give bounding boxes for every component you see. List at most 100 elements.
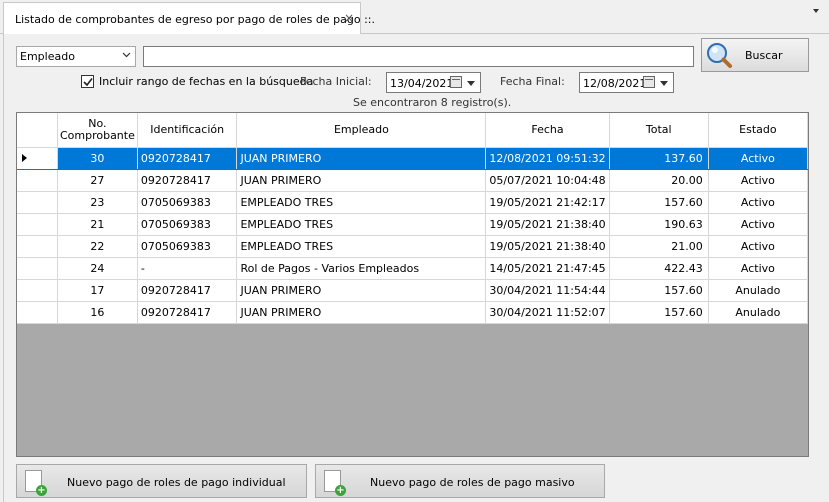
- new-massive-payment-label: Nuevo pago de roles de pago masivo: [370, 476, 575, 489]
- row-selector[interactable]: [17, 301, 58, 324]
- cell-total: 422.43: [609, 257, 709, 280]
- row-selector[interactable]: [17, 257, 58, 280]
- search-input[interactable]: [143, 46, 694, 67]
- row-selector[interactable]: [17, 147, 58, 170]
- cell-empleado: EMPLEADO TRES: [236, 213, 487, 236]
- header-row: No. Comprobante Identificación Empleado …: [17, 113, 808, 148]
- cell-identificacion: 0920728417: [137, 169, 238, 192]
- cell-fecha: 30/04/2021 11:54:44: [485, 279, 610, 302]
- cell-estado: Activo: [708, 169, 808, 192]
- results-grid[interactable]: No. Comprobante Identificación Empleado …: [16, 112, 809, 457]
- results-count: Se encontraron 8 registro(s).: [353, 96, 512, 109]
- new-individual-payment-label: Nuevo pago de roles de pago individual: [67, 476, 286, 489]
- cell-total: 21.00: [609, 235, 709, 258]
- calendar-icon: [450, 76, 462, 88]
- cell-empleado: EMPLEADO TRES: [236, 235, 487, 258]
- dropdown-arrow-icon: [660, 81, 668, 86]
- include-dates-checkbox[interactable]: [81, 75, 94, 88]
- start-date-picker[interactable]: 13/04/2021: [386, 72, 481, 93]
- row-selector[interactable]: [17, 235, 58, 258]
- new-massive-payment-button[interactable]: + Nuevo pago de roles de pago masivo: [315, 464, 605, 498]
- cell-total: 157.60: [609, 301, 709, 324]
- table-row[interactable]: 24 - Rol de Pagos - Varios Empleados 14/…: [17, 257, 808, 280]
- cell-comprobante: 21: [57, 213, 138, 236]
- table-row[interactable]: 21 0705069383 EMPLEADO TRES 19/05/2021 2…: [17, 213, 808, 236]
- cell-fecha: 05/07/2021 10:04:48: [485, 169, 610, 192]
- cell-estado: Activo: [708, 235, 808, 258]
- cell-fecha: 14/05/2021 21:47:45: [485, 257, 610, 280]
- col-header-comprobante[interactable]: No. Comprobante: [57, 113, 138, 148]
- table-row[interactable]: 17 0920728417 JUAN PRIMERO 30/04/2021 11…: [17, 279, 808, 302]
- dropdown-arrow-icon: [467, 81, 475, 86]
- cell-identificacion: 0920728417: [137, 279, 238, 302]
- cell-empleado: JUAN PRIMERO: [236, 169, 487, 192]
- table-row[interactable]: 16 0920728417 JUAN PRIMERO 30/04/2021 11…: [17, 301, 808, 324]
- row-selector[interactable]: [17, 279, 58, 302]
- tab-title: Listado de comprobantes de egreso por pa…: [15, 13, 375, 26]
- cell-total: 20.00: [609, 169, 709, 192]
- cell-estado: Anulado: [708, 301, 808, 324]
- end-date-label: Fecha Final:: [500, 75, 565, 88]
- cell-estado: Activo: [708, 213, 808, 236]
- tab-strip: Listado de comprobantes de egreso por pa…: [0, 0, 829, 35]
- cell-total: 157.60: [609, 191, 709, 214]
- cell-fecha: 12/08/2021 09:51:32: [485, 147, 610, 170]
- tab-comprobantes[interactable]: Listado de comprobantes de egreso por pa…: [3, 2, 375, 35]
- cell-identificacion: 0705069383: [137, 191, 238, 214]
- col-header-estado[interactable]: Estado: [708, 113, 808, 148]
- table-row[interactable]: 30 0920728417 JUAN PRIMERO 12/08/2021 09…: [17, 147, 808, 170]
- search-field-value: Empleado: [20, 50, 75, 63]
- add-plus-icon: +: [335, 485, 346, 496]
- cell-empleado: EMPLEADO TRES: [236, 191, 487, 214]
- cell-identificacion: 0920728417: [137, 147, 238, 170]
- row-selector[interactable]: [17, 213, 58, 236]
- calendar-icon: [643, 76, 655, 88]
- start-date-label: Fecha Inicial:: [300, 75, 372, 88]
- cell-estado: Activo: [708, 257, 808, 280]
- cell-comprobante: 23: [57, 191, 138, 214]
- cell-fecha: 19/05/2021 21:42:17: [485, 191, 610, 214]
- cell-estado: Activo: [708, 147, 808, 170]
- cell-estado: Activo: [708, 191, 808, 214]
- col-header-empleado[interactable]: Empleado: [236, 113, 487, 148]
- col-header-fecha[interactable]: Fecha: [485, 113, 610, 148]
- cell-comprobante: 27: [57, 169, 138, 192]
- tab-close-icon[interactable]: ×: [344, 11, 354, 25]
- search-button-label: Buscar: [745, 49, 783, 62]
- row-selector[interactable]: [17, 191, 58, 214]
- tab-list-dropdown-icon[interactable]: [813, 9, 819, 13]
- cell-comprobante: 30: [57, 147, 138, 170]
- row-selector[interactable]: [17, 169, 58, 192]
- end-date-picker[interactable]: 12/08/2021: [579, 72, 674, 93]
- magnifier-icon: [705, 41, 733, 69]
- cell-identificacion: 0705069383: [137, 213, 238, 236]
- col-header-total[interactable]: Total: [609, 113, 709, 148]
- col-header-identificacion[interactable]: Identificación: [137, 113, 238, 148]
- search-field-select[interactable]: Empleado: [16, 46, 136, 67]
- cell-comprobante: 22: [57, 235, 138, 258]
- cell-comprobante: 24: [57, 257, 138, 280]
- add-plus-icon: +: [36, 485, 47, 496]
- cell-estado: Anulado: [708, 279, 808, 302]
- cell-empleado: JUAN PRIMERO: [236, 301, 487, 324]
- cell-identificacion: -: [137, 257, 238, 280]
- cell-comprobante: 16: [57, 301, 138, 324]
- cell-empleado: Rol de Pagos - Varios Empleados: [236, 257, 487, 280]
- search-button[interactable]: Buscar: [701, 38, 809, 72]
- table-row[interactable]: 22 0705069383 EMPLEADO TRES 19/05/2021 2…: [17, 235, 808, 258]
- row-header-corner: [17, 113, 58, 148]
- cell-fecha: 19/05/2021 21:38:40: [485, 213, 610, 236]
- results-table: No. Comprobante Identificación Empleado …: [17, 113, 808, 324]
- include-dates-label: Incluir rango de fechas en la búsqueda: [99, 75, 314, 88]
- new-individual-payment-button[interactable]: + Nuevo pago de roles de pago individual: [16, 464, 307, 498]
- cell-empleado: JUAN PRIMERO: [236, 147, 487, 170]
- cell-fecha: 19/05/2021 21:38:40: [485, 235, 610, 258]
- start-date-value: 13/04/2021: [390, 77, 454, 90]
- cell-total: 157.60: [609, 279, 709, 302]
- cell-identificacion: 0920728417: [137, 301, 238, 324]
- cell-empleado: JUAN PRIMERO: [236, 279, 487, 302]
- cell-total: 137.60: [609, 147, 709, 170]
- table-row[interactable]: 27 0920728417 JUAN PRIMERO 05/07/2021 10…: [17, 169, 808, 192]
- table-row[interactable]: 23 0705069383 EMPLEADO TRES 19/05/2021 2…: [17, 191, 808, 214]
- cell-comprobante: 17: [57, 279, 138, 302]
